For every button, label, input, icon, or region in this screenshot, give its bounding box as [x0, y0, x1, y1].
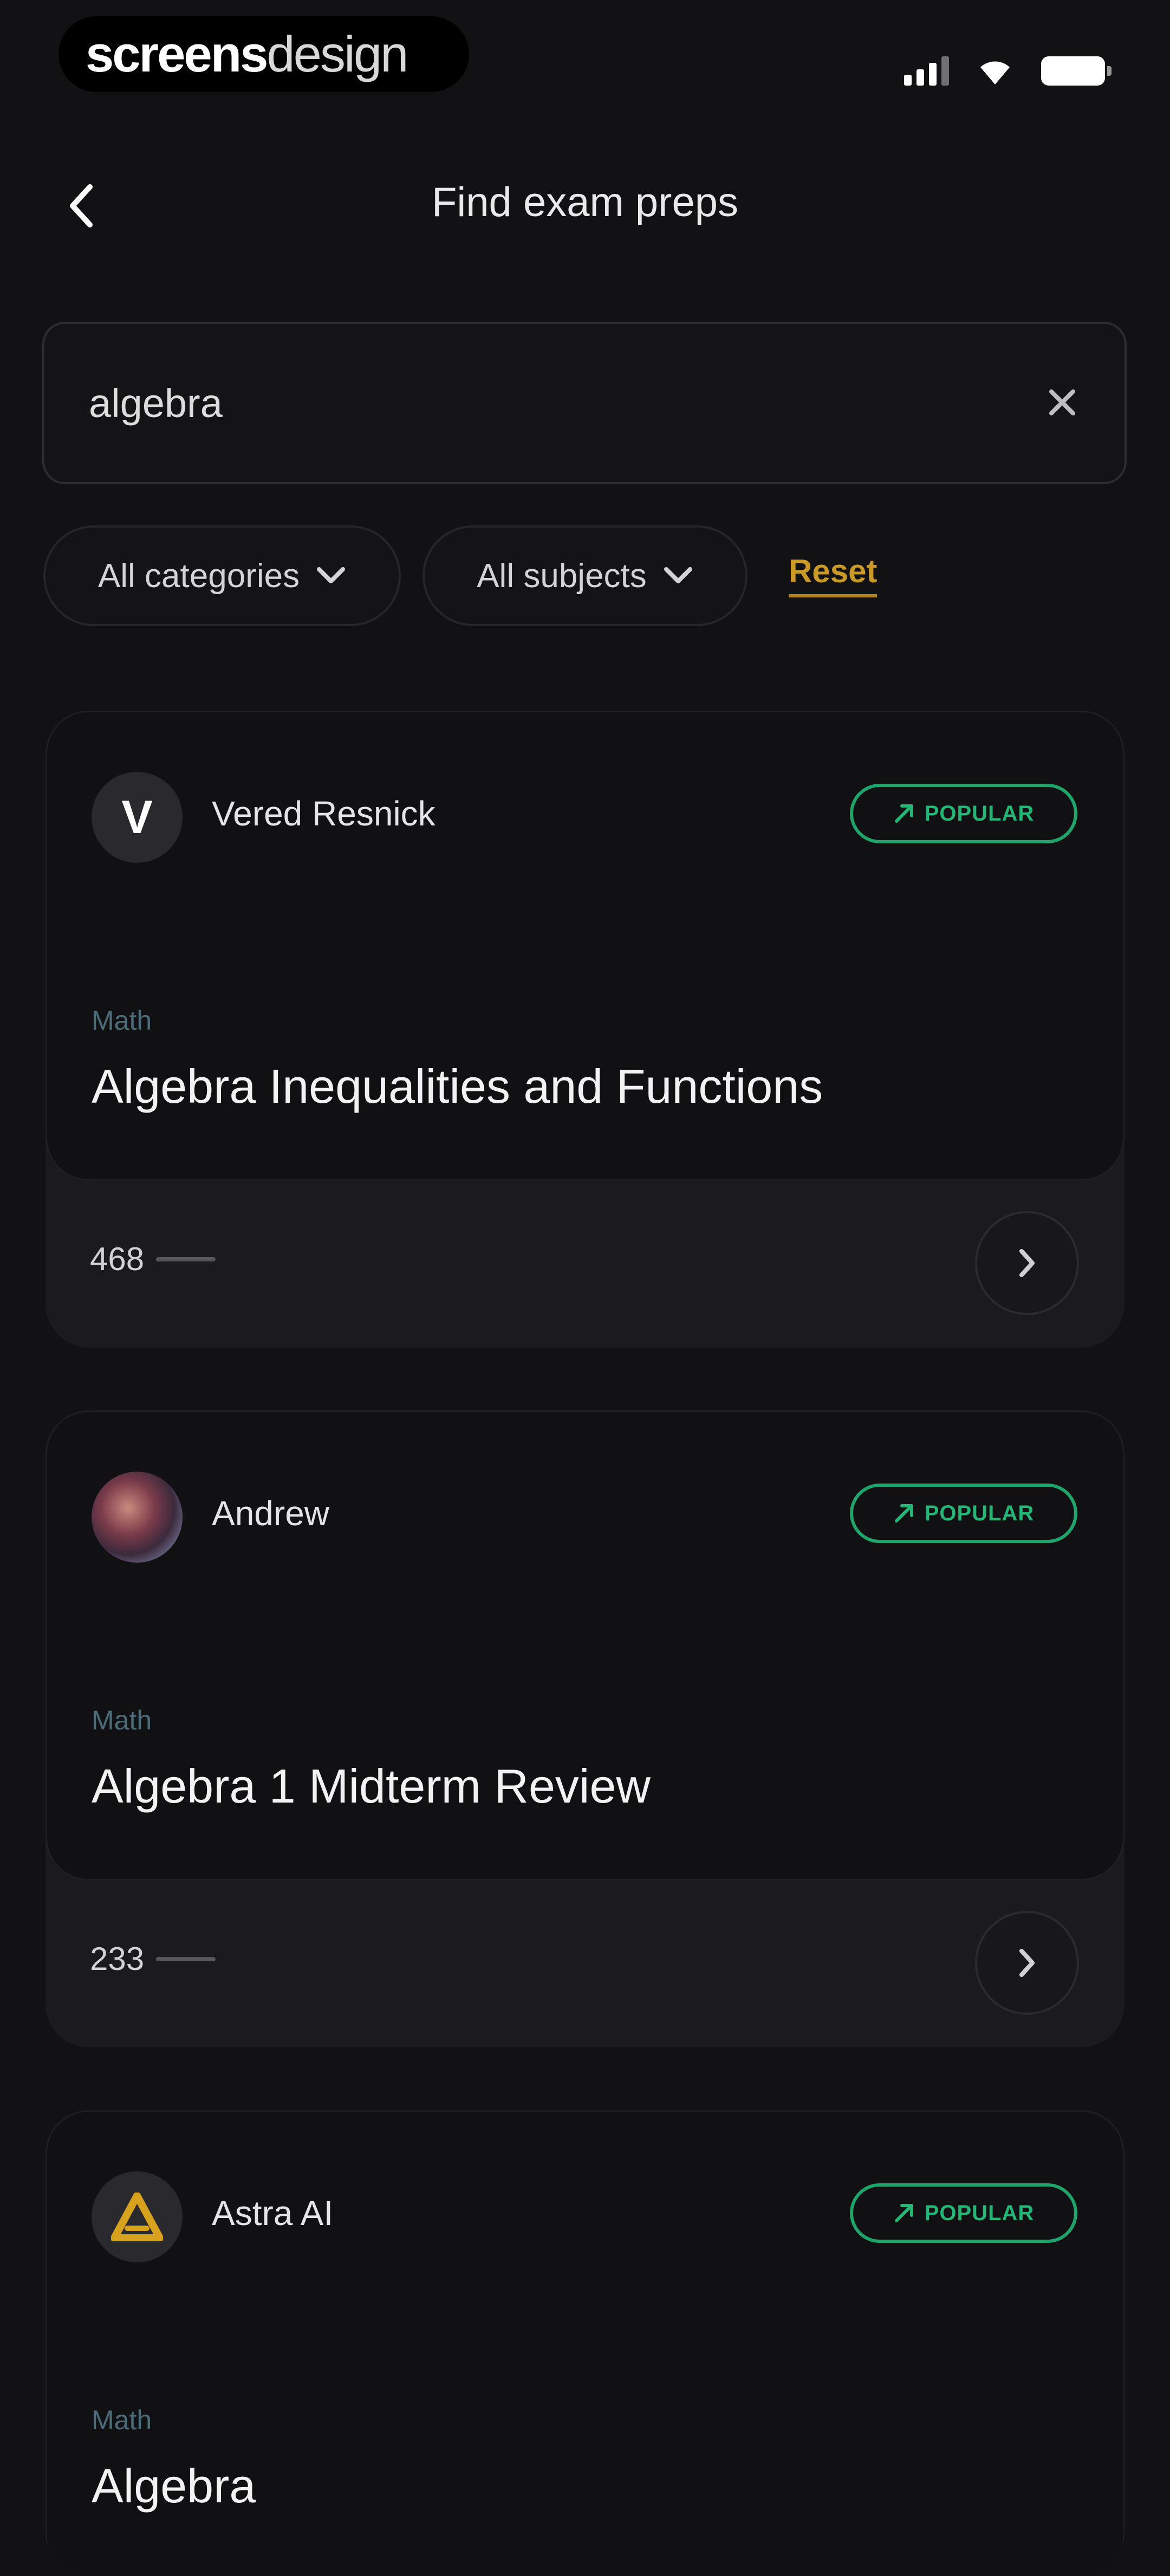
card-title: Algebra 1 Midterm Review — [92, 1759, 651, 1813]
chevron-down-icon — [664, 567, 692, 583]
clear-search-button[interactable] — [1038, 378, 1087, 427]
card-footer: 468 — [46, 1181, 1124, 1348]
categories-filter-dropdown[interactable]: All categories — [43, 525, 401, 626]
exam-prep-card[interactable]: V Vered Resnick POPULAR Math Algebra Ine… — [46, 711, 1124, 1348]
trending-up-icon — [894, 804, 913, 823]
count-indicator — [156, 1956, 216, 1961]
search-box[interactable] — [42, 322, 1127, 484]
popular-badge: POPULAR — [850, 2183, 1077, 2243]
question-count-value: 468 — [90, 1241, 145, 1277]
search-input[interactable] — [89, 324, 1010, 482]
popular-badge: POPULAR — [850, 1484, 1077, 1543]
battery-icon — [1041, 56, 1112, 86]
popular-badge-label: POPULAR — [924, 2201, 1035, 2225]
popular-badge: POPULAR — [850, 784, 1077, 843]
chevron-down-icon — [317, 567, 346, 583]
subjects-filter-dropdown[interactable]: All subjects — [422, 525, 748, 626]
open-prep-button[interactable] — [975, 1211, 1079, 1315]
brand-strong-text: screens — [86, 25, 268, 82]
author-avatar — [92, 2171, 183, 2262]
brand-light-text: design — [266, 25, 408, 82]
page-title: Find exam preps — [431, 179, 739, 225]
chevron-right-icon — [1019, 1249, 1035, 1277]
exam-prep-card[interactable]: Astra AI POPULAR Math Algebra — [46, 2110, 1124, 2576]
count-indicator — [156, 1257, 216, 1261]
open-prep-button[interactable] — [975, 1911, 1079, 2015]
trending-up-icon — [894, 2204, 913, 2222]
popular-badge-label: POPULAR — [924, 1501, 1035, 1525]
card-title: Algebra Inequalities and Functions — [92, 1059, 823, 1113]
exam-prep-card[interactable]: Andrew POPULAR Math Algebra 1 Midterm Re… — [46, 1410, 1124, 2047]
card-footer: 233 — [46, 1881, 1124, 2047]
question-count: 468 — [90, 1240, 216, 1278]
status-icons — [904, 48, 1112, 86]
popular-badge-label: POPULAR — [924, 801, 1035, 825]
category-label: Math — [92, 1705, 152, 1735]
trending-up-icon — [894, 1504, 913, 1523]
chevron-right-icon — [1019, 1949, 1035, 1977]
brand-watermark: screens design — [58, 16, 469, 92]
author-avatar — [92, 1472, 183, 1563]
category-label: Math — [92, 1005, 152, 1036]
astra-logo-icon — [111, 2193, 163, 2241]
categories-filter-label: All categories — [98, 557, 300, 595]
question-count: 233 — [90, 1940, 216, 1977]
author-name: Vered Resnick — [212, 794, 435, 833]
avatar-letter: V — [121, 791, 153, 843]
reset-filters-link[interactable]: Reset — [789, 552, 877, 597]
question-count-value: 233 — [90, 1941, 145, 1977]
subjects-filter-label: All subjects — [477, 557, 647, 595]
card-title: Algebra — [92, 2459, 256, 2513]
author-avatar: V — [92, 772, 183, 863]
author-name: Astra AI — [212, 2194, 334, 2233]
category-label: Math — [92, 2405, 152, 2435]
close-icon — [1049, 389, 1075, 415]
wifi-icon — [980, 61, 1010, 84]
author-name: Andrew — [212, 1494, 329, 1533]
signal-icon — [904, 55, 949, 86]
